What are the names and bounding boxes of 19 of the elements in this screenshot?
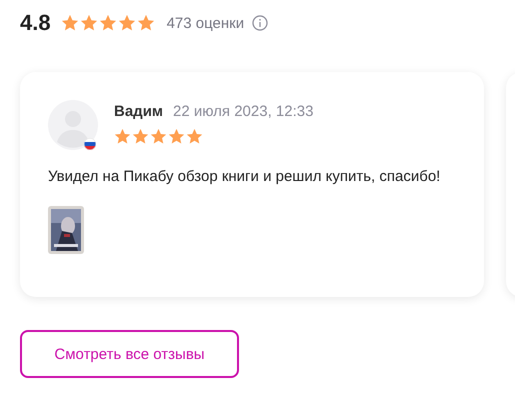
- star-icon: [114, 128, 131, 145]
- star-icon: [132, 128, 149, 145]
- rating-count: 473 оценки: [166, 14, 244, 32]
- star-icon: [150, 128, 167, 145]
- all-reviews-button[interactable]: Смотреть все отзывы: [20, 330, 239, 378]
- flag-icon: [84, 138, 96, 150]
- star-icon: [186, 128, 203, 145]
- star-icon: [136, 14, 155, 32]
- review-date: 22 июля 2023, 12:33: [173, 103, 314, 120]
- rating-value: 4.8: [20, 10, 51, 36]
- star-icon: [168, 128, 185, 145]
- star-icon: [98, 14, 117, 32]
- info-icon[interactable]: [252, 15, 268, 31]
- star-icon: [118, 14, 136, 32]
- star-icon: [80, 14, 98, 32]
- review-text: Увидел на Пикабу обзор книги и решил купить, спасибо!: [48, 167, 442, 187]
- author-name: Вадим: [114, 103, 164, 120]
- avatar-icon: [48, 100, 98, 150]
- star-icon: [60, 14, 79, 32]
